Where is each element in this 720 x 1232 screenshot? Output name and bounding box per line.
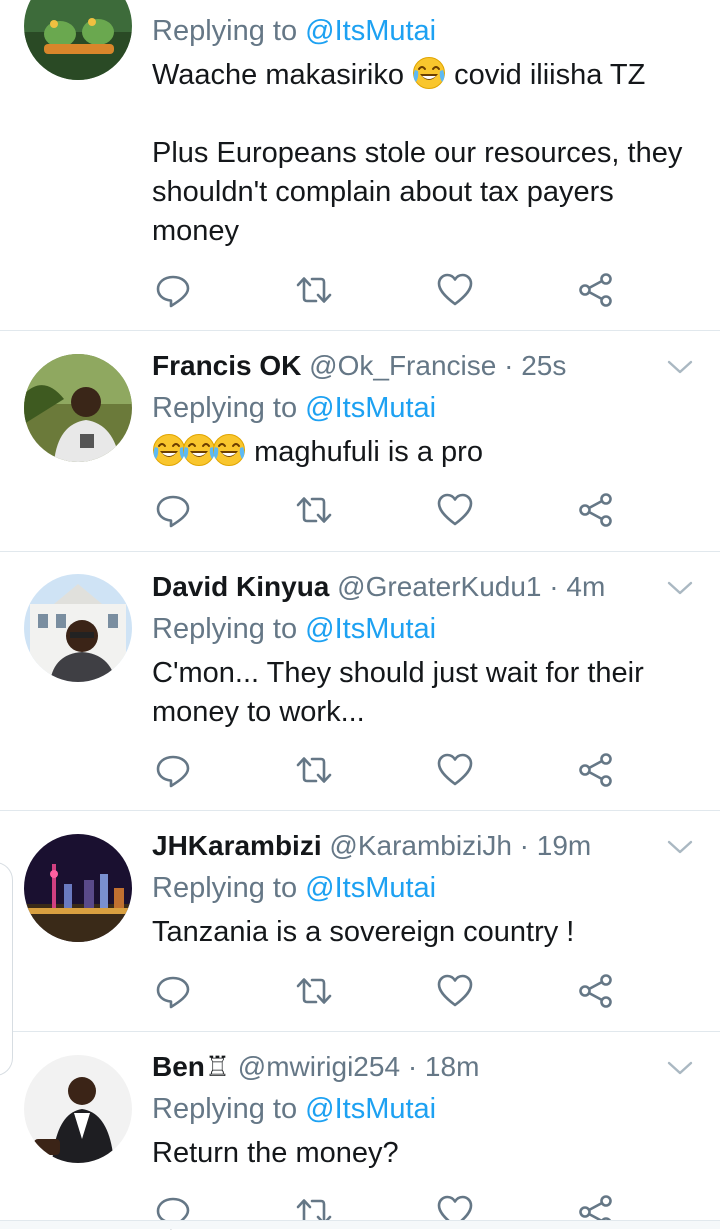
mention-link[interactable]: @ItsMutai bbox=[305, 1093, 436, 1125]
separator: · bbox=[519, 830, 529, 861]
chevron-down-icon[interactable] bbox=[666, 353, 694, 381]
reply-icon[interactable] bbox=[153, 971, 193, 1011]
display-name[interactable]: JHKarambizi bbox=[152, 830, 322, 861]
display-name[interactable]: Francis OK bbox=[152, 350, 301, 381]
replying-to: Replying to @ItsMutai bbox=[152, 1092, 436, 1126]
separator: · bbox=[504, 350, 514, 381]
separator: · bbox=[407, 1051, 418, 1082]
replying-label: Replying to bbox=[152, 15, 298, 47]
share-icon[interactable] bbox=[576, 971, 616, 1011]
tweet-header: Ben♖ @mwirigi254 · 18m bbox=[152, 1050, 479, 1084]
replying-to: Replying to @ItsMutai bbox=[152, 612, 436, 646]
heart-icon[interactable] bbox=[435, 750, 475, 790]
replying-label: Replying to bbox=[152, 392, 298, 424]
timestamp[interactable]: 25s bbox=[521, 350, 566, 381]
heart-icon[interactable] bbox=[435, 270, 475, 310]
tweet-text-part: covid iliisha TZ bbox=[454, 59, 646, 91]
replying-label: Replying to bbox=[152, 1093, 298, 1125]
tweet-text: Tanzania is a sovereign country ! bbox=[152, 916, 575, 948]
timestamp[interactable]: 18m bbox=[425, 1051, 479, 1082]
reply-icon[interactable] bbox=[153, 750, 193, 790]
tweet-header: JHKarambizi @KarambiziJh · 19m bbox=[152, 829, 591, 863]
mention-link[interactable]: @ItsMutai bbox=[305, 613, 436, 645]
tweet-actions bbox=[0, 750, 720, 790]
tweet-text: Waache makasiriko covid iliisha TZ Plus … bbox=[152, 56, 702, 251]
separator: · bbox=[549, 571, 559, 602]
replying-to: Replying to @ItsMutai bbox=[152, 871, 436, 905]
share-icon[interactable] bbox=[576, 750, 616, 790]
tweet-card[interactable]: Francis OK @Ok_Francise · 25s Replying t… bbox=[0, 331, 720, 551]
replying-label: Replying to bbox=[152, 613, 298, 645]
tweet-actions bbox=[0, 270, 720, 310]
tweet-header: Francis OK @Ok_Francise · 25s bbox=[152, 349, 566, 383]
tweet-header: David Kinyua @GreaterKudu1 · 4m bbox=[152, 570, 605, 604]
tweet-card[interactable]: David Kinyua @GreaterKudu1 · 4m Replying… bbox=[0, 552, 720, 810]
replying-label: Replying to bbox=[152, 872, 298, 904]
tweet-text: Return the money? bbox=[152, 1137, 399, 1169]
tweet-text-paragraph: Plus Europeans stole our resources, they… bbox=[152, 137, 683, 247]
heart-icon[interactable] bbox=[435, 971, 475, 1011]
face-with-tears-of-joy-icon bbox=[212, 433, 246, 467]
tweet-text: C'mon... They should just wait for their… bbox=[152, 657, 644, 728]
display-name[interactable]: David Kinyua bbox=[152, 571, 329, 602]
share-icon[interactable] bbox=[576, 270, 616, 310]
heart-icon[interactable] bbox=[435, 490, 475, 530]
avatar[interactable] bbox=[24, 0, 132, 80]
tweet-card[interactable]: JHKarambizi @KarambiziJh · 19m Replying … bbox=[0, 811, 720, 1031]
tweet-actions bbox=[0, 490, 720, 530]
avatar[interactable] bbox=[24, 574, 132, 682]
user-handle[interactable]: @Ok_Francise bbox=[309, 350, 496, 381]
timestamp[interactable]: 4m bbox=[566, 571, 605, 602]
tweet-text-part: Waache makasiriko bbox=[152, 59, 404, 91]
chevron-down-icon[interactable] bbox=[666, 574, 694, 602]
user-handle[interactable]: @KarambiziJh bbox=[329, 830, 511, 861]
face-with-tears-of-joy-icon bbox=[152, 433, 186, 467]
retweet-icon[interactable] bbox=[294, 971, 334, 1011]
chevron-down-icon[interactable] bbox=[666, 833, 694, 861]
replying-to: Replying to @ItsMutai bbox=[152, 391, 436, 425]
user-handle[interactable]: @GreaterKudu1 bbox=[337, 571, 541, 602]
avatar[interactable] bbox=[24, 1055, 132, 1163]
retweet-icon[interactable] bbox=[294, 750, 334, 790]
avatar[interactable] bbox=[24, 834, 132, 942]
mention-link[interactable]: @ItsMutai bbox=[305, 15, 436, 47]
retweet-icon[interactable] bbox=[294, 270, 334, 310]
replying-to: Replying to @ItsMutai bbox=[152, 14, 436, 48]
reply-icon[interactable] bbox=[153, 490, 193, 530]
share-icon[interactable] bbox=[576, 490, 616, 530]
reply-icon[interactable] bbox=[153, 270, 193, 310]
tweet-text-part: maghufuli is a pro bbox=[254, 436, 483, 468]
retweet-icon[interactable] bbox=[294, 490, 334, 530]
tweet-text: maghufuli is a pro bbox=[152, 433, 702, 472]
tweet-actions bbox=[0, 971, 720, 1011]
tweet-card[interactable]: Ben♖ @mwirigi254 · 18m Replying to @ItsM… bbox=[0, 1032, 720, 1228]
face-with-tears-of-joy-icon bbox=[182, 433, 216, 467]
mention-link[interactable]: @ItsMutai bbox=[305, 392, 436, 424]
face-with-tears-of-joy-icon bbox=[412, 56, 446, 90]
edge-drawer-handle[interactable] bbox=[0, 862, 13, 1076]
mention-link[interactable]: @ItsMutai bbox=[305, 872, 436, 904]
avatar[interactable] bbox=[24, 354, 132, 462]
tweet-card[interactable]: Replying to @ItsMutai Waache makasiriko … bbox=[0, 0, 720, 330]
display-name[interactable]: Ben♖ bbox=[152, 1051, 230, 1082]
chevron-down-icon[interactable] bbox=[666, 1054, 694, 1082]
timestamp[interactable]: 19m bbox=[537, 830, 591, 861]
user-handle[interactable]: @mwirigi254 bbox=[238, 1051, 400, 1082]
